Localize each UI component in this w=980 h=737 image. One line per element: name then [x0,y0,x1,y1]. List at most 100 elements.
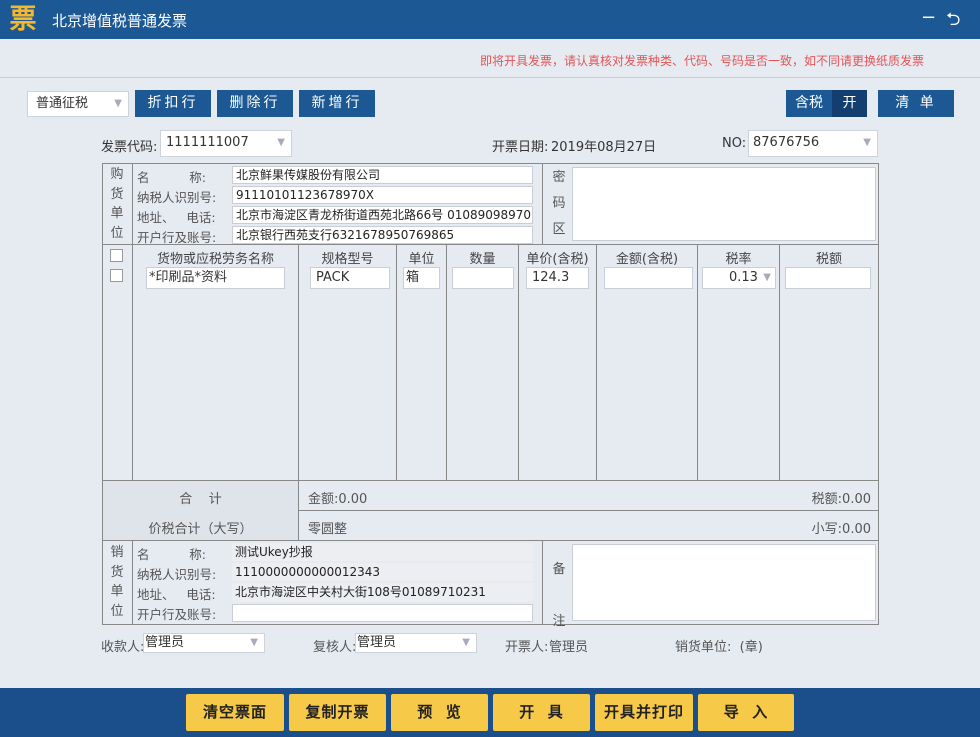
preview-button[interactable]: 预 览 [391,694,488,731]
seller-bank-input[interactable] [232,604,533,622]
seller-name-label: 名 称: [137,544,206,563]
label-char: 位 [102,602,132,622]
notice-text: 即将开具发票，请认真核对发票种类、代码、号码是否一致，如不同请更换纸质发票 [480,52,924,69]
issue-button[interactable]: 开 具 [493,694,590,731]
divider [0,77,980,78]
drawer-value: 管理员 [549,636,588,655]
seller-taxid-label: 纳税人识别号: [137,564,216,583]
col-header-spec: 规格型号 [299,248,396,267]
col-header-tax: 税额 [780,248,878,267]
list-button[interactable]: 清 单 [878,90,954,117]
tax-type-value: 普通征税 [36,96,88,111]
discount-row-button[interactable]: 折扣行 [135,90,211,117]
label-char: 位 [102,224,132,244]
divider [446,244,447,480]
invoice-code-select[interactable]: 1111111007 ▼ [160,130,292,157]
divider [518,244,519,480]
item-rate-select[interactable]: 0.13▼ [702,267,776,289]
minimize-button[interactable]: − [921,7,936,28]
back-button[interactable]: ⮌ [946,7,960,37]
item-name-input[interactable]: *印刷品*资料 [146,267,285,289]
divider [697,244,698,480]
sum-tax: 税额:0.00 [812,488,871,507]
tax-inclusive-toggle[interactable]: 开 [832,90,867,117]
drawer-label: 开票人: [505,636,548,655]
label-char: 备 [544,544,574,596]
row-checkbox[interactable] [110,269,123,282]
select-all-checkbox[interactable] [110,249,123,262]
col-header-rate: 税率 [698,248,779,267]
item-amount-input[interactable] [604,267,693,289]
item-rate-value: 0.13 [729,270,758,285]
seller-address-field: 北京市海淀区中关村大街108号01089710231 [232,583,533,601]
reviewer-select[interactable]: 管理员▼ [355,633,477,653]
divider [132,244,133,480]
seller-address-label: 地址、 电话: [137,584,216,603]
label-char: 密 [544,165,574,191]
invoice-date: 2019年08月27日 [551,136,656,155]
buyer-bank-input[interactable]: 北京银行西苑支行6321678950769865 [232,226,533,244]
chevron-down-icon: ▼ [462,634,470,652]
window-title: 北京增值税普通发票 [52,10,187,31]
divider [102,244,879,245]
buyer-address-input[interactable]: 北京市海淀区青龙桥街道西苑北路66号 01089098970 [232,206,533,224]
chevron-down-icon: ▼ [277,131,285,155]
delete-row-button[interactable]: 删除行 [217,90,293,117]
payee-select[interactable]: 管理员▼ [143,633,265,653]
cipher-area-label: 密码区 [544,165,574,243]
label-char: 货 [102,185,132,205]
label-char: 货 [102,563,132,583]
remark-label: 备注 [544,544,574,648]
cipher-area [572,167,876,241]
add-row-button[interactable]: 新增行 [299,90,375,117]
item-unit-input[interactable]: 箱 [403,267,440,289]
buyer-side-label: 购货单位 [102,165,132,243]
seller-taxid-field: 1110000000000012343 [232,563,533,581]
item-qty-input[interactable] [452,267,514,289]
seller-side-label: 销货单位 [102,543,132,621]
divider [596,244,597,480]
invoice-no-value: 87676756 [753,135,819,150]
reviewer-label: 复核人: [313,636,356,655]
clear-form-button[interactable]: 清空票面 [186,694,284,731]
action-bar [0,688,980,737]
divider [779,244,780,480]
seller-seal-label: 销货单位: (章) [675,636,763,655]
buyer-taxid-label: 纳税人识别号: [137,187,216,206]
item-spec-input[interactable]: PACK [310,267,390,289]
col-header-qty: 数量 [447,248,518,267]
total-words: 零圆整 [308,518,347,537]
buyer-name-label: 名 称: [137,167,206,186]
payee-value: 管理员 [145,635,184,650]
divider [102,540,879,541]
buyer-address-label: 地址、 电话: [137,207,216,226]
seller-bank-label: 开户行及账号: [137,604,216,623]
issue-and-print-button[interactable]: 开具并打印 [595,694,693,731]
invoice-code-value: 1111111007 [166,135,249,150]
invoice-no-select[interactable]: 87676756▼ [748,130,878,157]
invoice-no-label: NO: [722,136,746,151]
invoice-date-label: 开票日期: [492,136,548,155]
label-char: 区 [544,217,574,243]
seller-name-field: 测试Ukey抄报 [232,543,533,561]
invoice-logo-icon: 票 [8,4,38,36]
divider [298,480,299,540]
buyer-bank-label: 开户行及账号: [137,227,216,246]
col-header-amount: 金额(含税) [597,248,697,267]
tax-type-select[interactable]: 普通征税▼ [27,91,129,117]
remark-input[interactable] [572,544,876,621]
divider [132,163,133,245]
payee-label: 收款人: [101,636,144,655]
buyer-taxid-input[interactable]: 91110101123678970X [232,186,533,204]
item-tax-input[interactable] [785,267,871,289]
col-header-name: 货物或应税劳务名称 [133,248,298,267]
invoice-code-label: 发票代码: [101,136,157,155]
copy-invoice-button[interactable]: 复制开票 [289,694,386,731]
tax-inclusive-label: 含税 [786,90,832,117]
label-char: 购 [102,165,132,185]
total-label: 价税合计（大写） [103,518,298,537]
sum-label: 合 计 [103,488,298,507]
import-button[interactable]: 导 入 [698,694,794,731]
item-price-input[interactable]: 124.3 [526,267,589,289]
buyer-name-input[interactable]: 北京鲜果传媒股份有限公司 [232,166,533,184]
